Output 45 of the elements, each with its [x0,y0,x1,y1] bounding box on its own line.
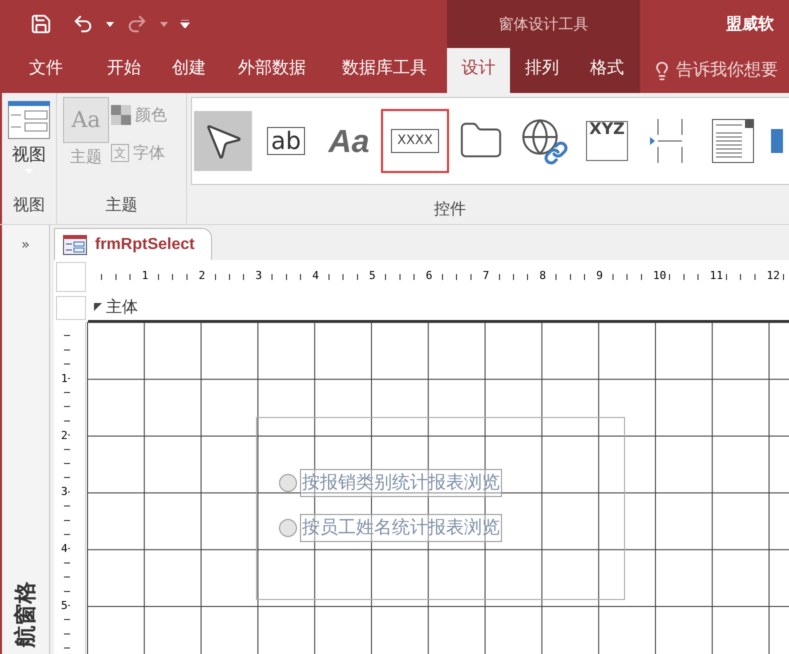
tell-me-field[interactable]: 告诉我你想要 [640,48,778,93]
list-box-icon [712,119,754,163]
command-button-icon: XXXX [391,129,439,153]
form-icon [63,234,87,254]
textbox-tool-button[interactable]: ab [257,111,315,171]
ribbon-tab[interactable]: 排列 [510,48,574,93]
label-icon: Aa [328,117,370,165]
ribbon-tab[interactable]: 格式 [574,48,640,93]
document-title: frmRptSelect [95,234,195,254]
group-label: 控件 [433,198,467,220]
color-swatch-icon [111,105,132,125]
ribbon-tab[interactable]: 数据库工具 [322,48,447,93]
partial-control-icon [771,129,783,153]
section-title: 主体 [106,296,138,318]
context-header: 窗体设计工具 [447,0,640,48]
caret-icon [106,22,114,26]
label-tool-button[interactable]: Aa [320,111,378,171]
undo-icon[interactable] [72,13,94,35]
command-button-tool-button[interactable]: XXXX [383,111,447,171]
section-marker-icon [94,303,102,311]
theme-icon: Aa [63,97,110,143]
save-icon[interactable] [30,13,52,35]
view-button[interactable]: 视图 [8,93,50,193]
ruler-corner [56,262,86,292]
form-view-icon [8,101,50,139]
group-label: 主题 [104,194,139,216]
customize-icon[interactable] [180,20,190,28]
frame-tool-button[interactable]: XYZ [578,111,636,171]
document-tab[interactable]: frmRptSelect [54,228,212,260]
pointer-tool-button[interactable] [194,111,252,171]
ribbon-tab[interactable]: 外部数据 [222,48,322,93]
ribbon-tab[interactable]: 开始 [92,48,156,93]
expand-button[interactable]: » [21,235,30,256]
app-title: 盟威软 [726,13,774,35]
textbox-icon: ab [267,127,305,155]
radio-button[interactable] [279,519,297,537]
globe-link-icon [520,117,568,165]
group-label: 视图 [13,194,46,216]
radio-button[interactable] [279,474,297,492]
caret-icon [160,22,168,26]
ribbon-tab[interactable]: 创建 [156,48,222,93]
frame-icon: XYZ [586,121,628,161]
navigation-pane-title: 航窗格 [12,581,39,647]
ribbon-tab[interactable]: 设计 [447,48,510,93]
ribbon-tab[interactable]: 文件 [0,48,92,93]
